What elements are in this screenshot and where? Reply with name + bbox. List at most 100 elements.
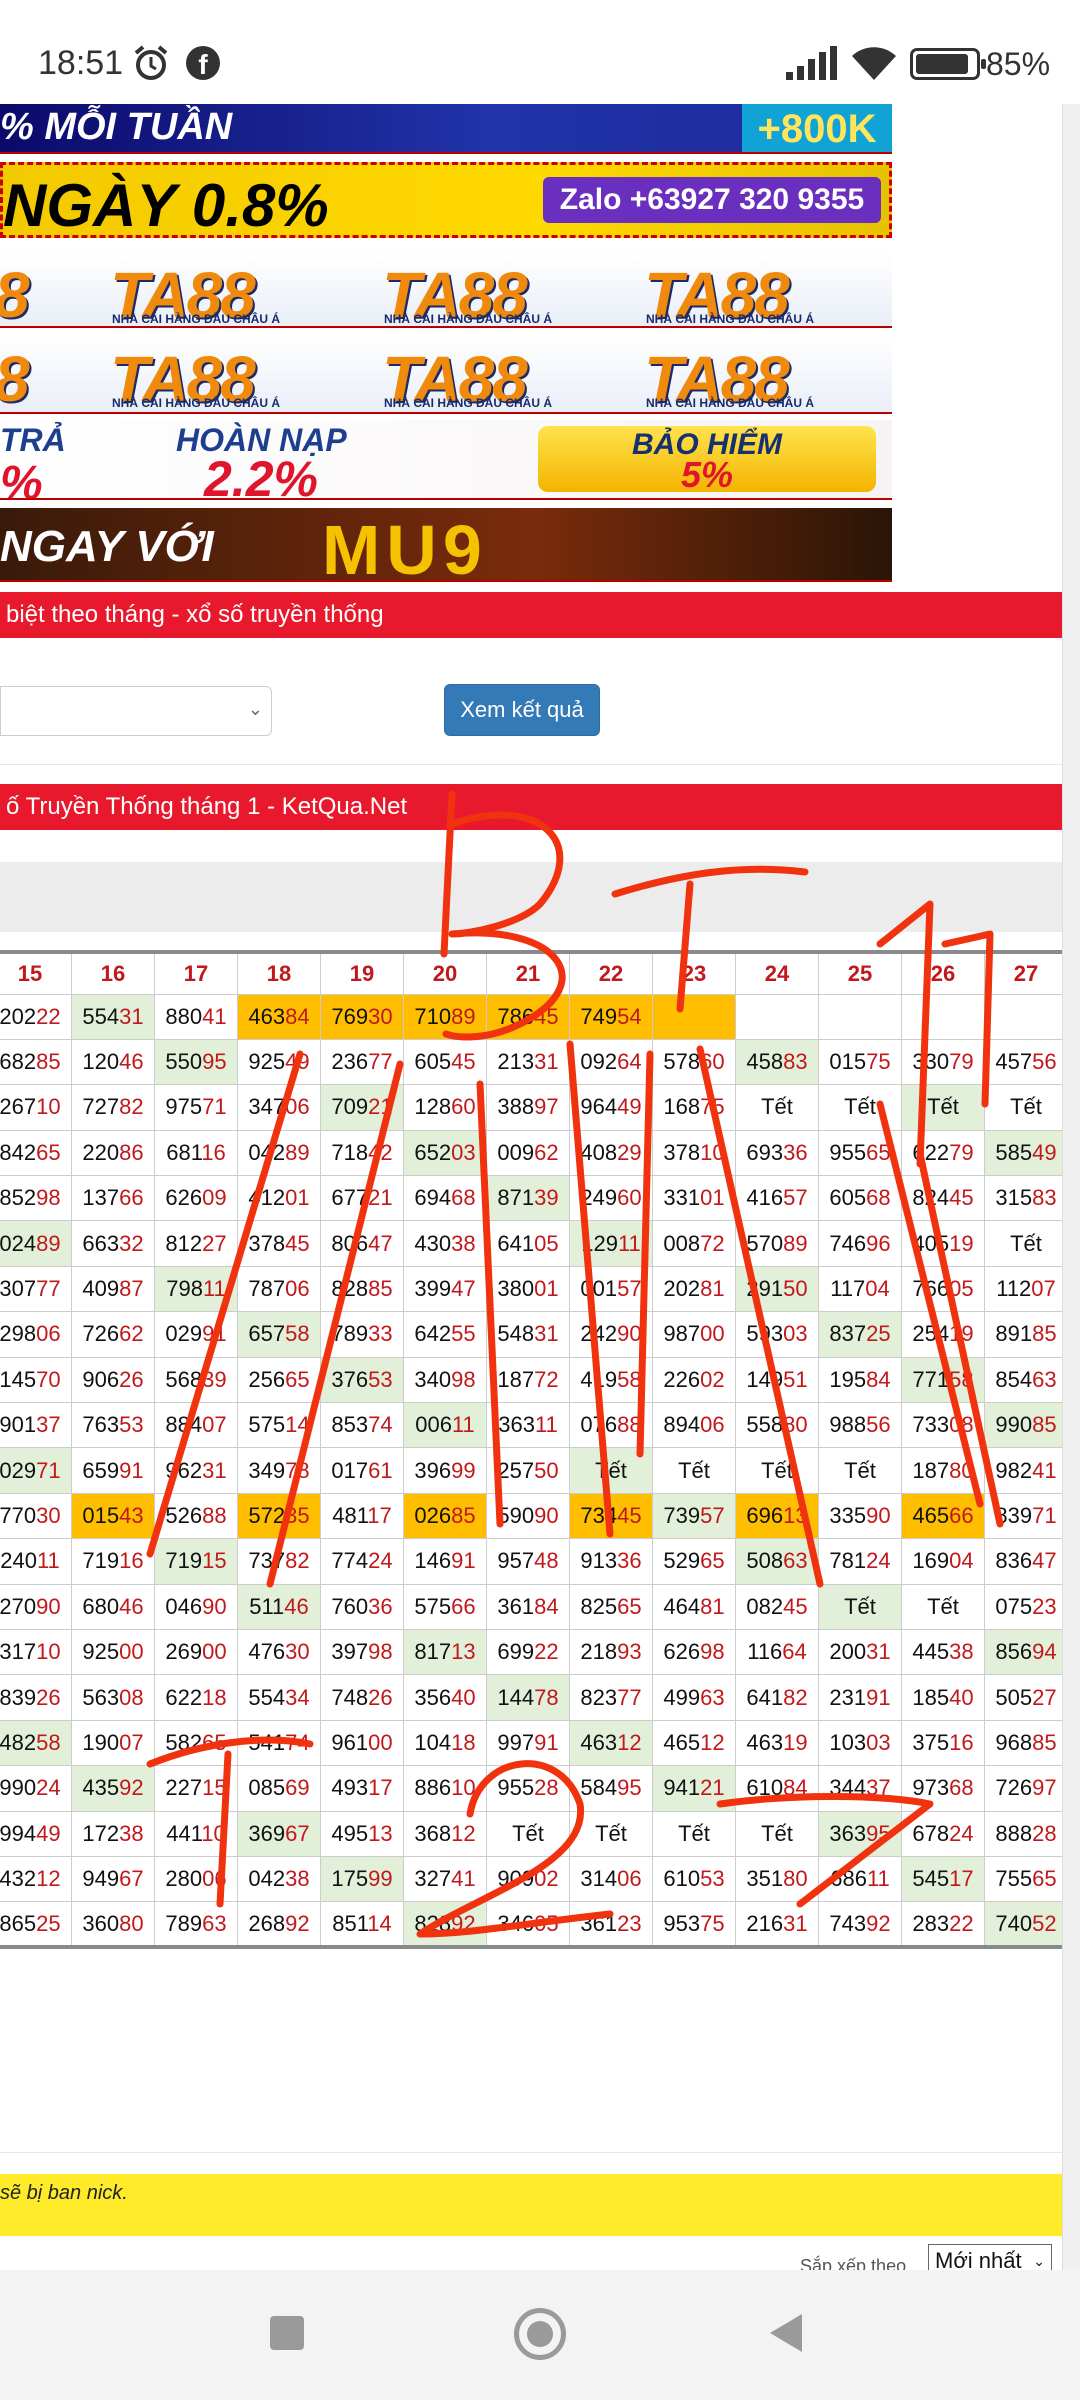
cell-value: 412 <box>248 1185 286 1211</box>
result-cell: 02489 <box>0 1220 72 1267</box>
cell-value: 710 <box>414 1003 452 1029</box>
cell-last-digits: 29 <box>617 1139 642 1165</box>
cell-last-digits: 40 <box>949 1684 974 1710</box>
cell-last-digits: 91 <box>451 1548 476 1574</box>
cell-value: 584 <box>580 1775 618 1801</box>
cell-value: 786 <box>497 1003 535 1029</box>
cell-value: 042 <box>248 1866 286 1892</box>
table-row: 29806 72662 02991 65758 78933 64255 54831 24290… <box>0 1311 1068 1358</box>
cell-value: 361 <box>580 1910 618 1936</box>
result-cell: 00872 <box>652 1220 736 1267</box>
table-row: 99449 17238 44110 36967 49513 36812 Tết Tết Tết T… <box>0 1810 1068 1857</box>
result-cell: 60568 <box>818 1175 902 1222</box>
cell-value: 548 <box>497 1321 535 1347</box>
back-button[interactable] <box>770 2314 802 2352</box>
ad-banner-ta88[interactable]: 8 TA88 TA88 TA88 NHÀ CÁI HÀNG ĐẦU CHÂU Á… <box>0 336 892 414</box>
cell-value: 190 <box>82 1729 120 1755</box>
cell-last-digits: 61 <box>368 1457 393 1483</box>
view-results-button[interactable]: Xem kết quả <box>444 684 600 736</box>
result-cell: 98241 <box>984 1447 1068 1494</box>
cell-value: 955 <box>829 1139 867 1165</box>
cell-last-digits: 36 <box>368 1593 393 1619</box>
page-scrollbar[interactable] <box>1062 104 1080 2270</box>
cell-last-digits: 67 <box>119 1866 144 1892</box>
result-cell: 82892 <box>403 1901 487 1948</box>
cell-value: 593 <box>746 1321 784 1347</box>
result-cell: 70921 <box>320 1084 404 1131</box>
result-cell: 90626 <box>71 1356 155 1404</box>
result-cell: 96449 <box>569 1084 653 1131</box>
month-select[interactable]: ⌄ <box>0 686 272 736</box>
result-cell: 33079 <box>901 1038 985 1086</box>
result-cell: 83926 <box>0 1674 72 1721</box>
cell-last-digits: 24 <box>949 1820 974 1846</box>
cell-last-digits: 21 <box>700 1775 725 1801</box>
cell-value: 746 <box>829 1230 867 1256</box>
cell-last-digits: 64 <box>617 1049 642 1075</box>
cell-last-digits: 24 <box>866 1548 891 1574</box>
cell-last-digits: 91 <box>119 1457 144 1483</box>
cell-last-digits: 94 <box>1032 1639 1057 1665</box>
cell-value: 837 <box>829 1321 867 1347</box>
ad-banner-daily[interactable]: NGÀY 0.8% Zalo +63927 320 9355 <box>0 162 892 238</box>
cell-last-digits: 57 <box>783 1185 808 1211</box>
cell-last-digits: 67 <box>285 1820 310 1846</box>
result-cell: 00157 <box>569 1265 653 1313</box>
result-cell: 29806 <box>0 1311 72 1358</box>
result-cell: 17238 <box>71 1810 155 1857</box>
cell-value: 368 <box>414 1820 452 1846</box>
cell-last-digits: 00 <box>368 1729 393 1755</box>
result-cell: 90137 <box>0 1402 72 1449</box>
result-cell: 38001 <box>486 1265 570 1313</box>
cell-value: 331 <box>663 1185 701 1211</box>
result-cell: 95748 <box>486 1538 570 1585</box>
result-cell: 95375 <box>652 1901 736 1948</box>
cell-value: 641 <box>746 1684 784 1710</box>
home-button[interactable] <box>514 2308 566 2360</box>
cell-value: 925 <box>82 1639 120 1665</box>
result-cell: 41958 <box>569 1356 653 1404</box>
cell-value: 888 <box>995 1820 1033 1846</box>
result-cell: 08245 <box>735 1583 819 1630</box>
cell-value: 657 <box>248 1321 286 1347</box>
cell-last-digits: 75 <box>700 1094 725 1120</box>
ad-banner-mu9[interactable]: NGAY VỚI MU9 <box>0 508 892 582</box>
result-cell: 71842 <box>320 1129 404 1177</box>
result-cell: 62698 <box>652 1628 736 1676</box>
cell-value: 575 <box>248 1412 286 1438</box>
table-row: 02489 66332 81227 37845 80647 43038 64105 12911… <box>0 1220 1068 1267</box>
cell-value: 526 <box>165 1502 203 1528</box>
cell-value: 378 <box>248 1230 286 1256</box>
cell-value: 990 <box>995 1412 1033 1438</box>
cell-value: 270 <box>0 1593 37 1619</box>
cell-last-digits: 21 <box>368 1185 393 1211</box>
result-cell: 59090 <box>486 1492 570 1540</box>
cell-value: 582 <box>165 1729 203 1755</box>
ad-banner-ta88[interactable]: 8 TA88 TA88 TA88 NHÀ CÁI HÀNG ĐẦU CHÂU Á… <box>0 252 892 328</box>
result-cell: 21331 <box>486 1038 570 1086</box>
banner-text: NGÀY 0.8% <box>3 172 329 238</box>
facebook-icon: f <box>186 46 220 80</box>
table-row: 48258 19007 58265 54174 96100 10418 99791 46312… <box>0 1719 1068 1767</box>
cell-value: 363 <box>498 1412 535 1438</box>
cell-last-digits: 28 <box>1032 1820 1057 1846</box>
cell-last-digits: 00 <box>119 1639 144 1665</box>
result-cell: 47630 <box>237 1628 321 1676</box>
cell-value: 853 <box>331 1412 369 1438</box>
ad-banner-weekly[interactable]: % MỖI TUẦN +800K <box>0 104 892 154</box>
result-cell: Tết <box>652 1810 736 1857</box>
result-cell: 14570 <box>0 1356 72 1404</box>
result-cell: 54831 <box>486 1311 570 1358</box>
cell-value: 242 <box>580 1321 618 1347</box>
cell-last-digits: 90 <box>534 1502 559 1528</box>
recents-button[interactable] <box>270 2316 304 2350</box>
ad-banner-promo[interactable]: TRẢ % HOÀN NẠP 2.2% BẢO HIỂM 5% <box>0 420 892 500</box>
result-cell: 62279 <box>901 1129 985 1177</box>
result-cell: 11664 <box>735 1628 819 1676</box>
cell-last-digits: 12 <box>700 1729 725 1755</box>
result-cell: 31710 <box>0 1628 72 1676</box>
cell-value: 346 <box>497 1910 535 1936</box>
cell-last-digits: 79 <box>949 1139 974 1165</box>
sort-select[interactable]: Mới nhất ⌄ <box>928 2244 1052 2270</box>
result-cell: 72662 <box>71 1311 155 1358</box>
